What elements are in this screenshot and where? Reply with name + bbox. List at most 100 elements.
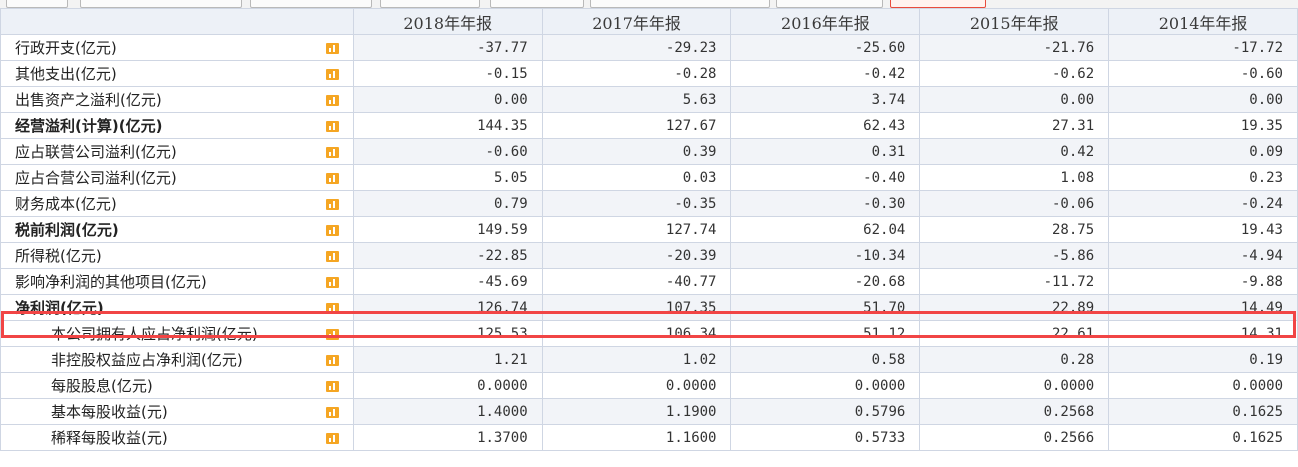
- toolbar-button-4[interactable]: [380, 0, 480, 8]
- value-cell: 14.31: [1108, 320, 1298, 347]
- value-cell: -45.69: [352, 268, 543, 295]
- value-cell: -0.42: [730, 60, 921, 87]
- row-label: 净利润(亿元): [15, 299, 104, 317]
- toolbar-select-2[interactable]: [590, 0, 770, 8]
- row-label-cell: 税前利润(亿元): [0, 216, 354, 243]
- value-cell: 144.35: [352, 112, 543, 139]
- value-cell: 0.2566: [919, 424, 1110, 451]
- value-cell: 19.43: [1108, 216, 1298, 243]
- bar-chart-icon[interactable]: [325, 173, 339, 184]
- row-label-cell: 经营溢利(计算)(亿元): [0, 112, 354, 139]
- column-header[interactable]: 2015年年报: [919, 8, 1110, 35]
- column-header[interactable]: 2016年年报: [730, 8, 921, 35]
- value-cell: -21.76: [919, 34, 1110, 61]
- row-label: 应占合营公司溢利(亿元): [15, 169, 177, 187]
- table-row: 基本每股收益(元) 1.4000 1.1900 0.5796 0.2568 0.1625: [0, 398, 1298, 425]
- row-label-cell: 非控股权益应占净利润(亿元): [0, 346, 354, 373]
- value-cell: 1.02: [541, 346, 732, 373]
- bar-chart-icon[interactable]: [325, 225, 339, 236]
- row-label: 出售资产之溢利(亿元): [15, 91, 162, 109]
- table-row: 其他支出(亿元) -0.15 -0.28 -0.42 -0.62 -0.60: [0, 60, 1298, 87]
- bar-chart-icon[interactable]: [325, 95, 339, 106]
- toolbar-button-1[interactable]: [6, 0, 68, 8]
- value-cell: 0.5796: [730, 398, 921, 425]
- value-cell: -22.85: [352, 242, 543, 269]
- row-label: 行政开支(亿元): [15, 39, 117, 57]
- toolbar-button-red[interactable]: [890, 0, 986, 8]
- bar-chart-icon[interactable]: [325, 251, 339, 262]
- value-cell: 1.21: [352, 346, 543, 373]
- row-label: 经营溢利(计算)(亿元): [15, 117, 163, 135]
- value-cell: 0.1625: [1108, 398, 1298, 425]
- column-header[interactable]: 2017年年报: [541, 8, 732, 35]
- row-label: 所得税(亿元): [15, 247, 102, 265]
- bar-chart-icon[interactable]: [325, 277, 339, 288]
- row-label: 非控股权益应占净利润(亿元): [51, 351, 243, 369]
- value-cell: 3.74: [730, 86, 921, 113]
- toolbar-button-5[interactable]: [776, 0, 883, 8]
- value-cell: 127.67: [541, 112, 732, 139]
- value-cell: 0.09: [1108, 138, 1298, 165]
- value-cell: -0.35: [541, 190, 732, 217]
- table-row: 净利润(亿元) 126.74 107.35 51.70 22.89 14.49: [0, 294, 1298, 321]
- value-cell: 5.05: [352, 164, 543, 191]
- row-label-cell: 基本每股收益(元): [0, 398, 354, 425]
- value-cell: 0.00: [1108, 86, 1298, 113]
- value-cell: 0.03: [541, 164, 732, 191]
- value-cell: 0.28: [919, 346, 1110, 373]
- column-header[interactable]: 2018年年报: [352, 8, 543, 35]
- bar-chart-icon[interactable]: [325, 69, 339, 80]
- value-cell: 22.89: [919, 294, 1110, 321]
- value-cell: 0.0000: [352, 372, 543, 399]
- value-cell: -0.24: [1108, 190, 1298, 217]
- row-label-cell: 应占联营公司溢利(亿元): [0, 138, 354, 165]
- row-label-cell: 稀释每股收益(元): [0, 424, 354, 451]
- value-cell: 0.1625: [1108, 424, 1298, 451]
- row-label: 本公司拥有人应占净利润(亿元): [51, 325, 258, 343]
- row-label: 税前利润(亿元): [15, 221, 119, 239]
- bar-chart-icon[interactable]: [325, 407, 339, 418]
- value-cell: 0.0000: [730, 372, 921, 399]
- value-cell: -0.28: [541, 60, 732, 87]
- bar-chart-icon[interactable]: [325, 433, 339, 444]
- bar-chart-icon[interactable]: [325, 355, 339, 366]
- bar-chart-icon[interactable]: [325, 43, 339, 54]
- value-cell: 107.35: [541, 294, 732, 321]
- value-cell: -29.23: [541, 34, 732, 61]
- value-cell: 0.42: [919, 138, 1110, 165]
- row-label-cell: 其他支出(亿元): [0, 60, 354, 87]
- value-cell: 0.0000: [919, 372, 1110, 399]
- table-row: 财务成本(亿元) 0.79 -0.35 -0.30 -0.06 -0.24: [0, 190, 1298, 217]
- toolbar-button-2[interactable]: [80, 0, 242, 8]
- bar-chart-icon[interactable]: [325, 199, 339, 210]
- row-label: 应占联营公司溢利(亿元): [15, 143, 177, 161]
- bar-chart-icon[interactable]: [325, 381, 339, 392]
- toolbar-select-1[interactable]: [490, 0, 584, 8]
- value-cell: 0.0000: [1108, 372, 1298, 399]
- value-cell: -20.39: [541, 242, 732, 269]
- bar-chart-icon[interactable]: [325, 147, 339, 158]
- value-cell: 19.35: [1108, 112, 1298, 139]
- value-cell: 126.74: [352, 294, 543, 321]
- row-label-cell: 所得税(亿元): [0, 242, 354, 269]
- row-label-cell: 财务成本(亿元): [0, 190, 354, 217]
- value-cell: 1.1900: [541, 398, 732, 425]
- table-row: 稀释每股收益(元) 1.3700 1.1600 0.5733 0.2566 0.1625: [0, 424, 1298, 451]
- value-cell: -0.60: [352, 138, 543, 165]
- value-cell: -25.60: [730, 34, 921, 61]
- table-row: 应占合营公司溢利(亿元) 5.05 0.03 -0.40 1.08 0.23: [0, 164, 1298, 191]
- row-label: 每股股息(亿元): [51, 377, 153, 395]
- value-cell: 14.49: [1108, 294, 1298, 321]
- bar-chart-icon[interactable]: [325, 121, 339, 132]
- table-row: 行政开支(亿元) -37.77 -29.23 -25.60 -21.76 -17.72: [0, 34, 1298, 61]
- bar-chart-icon[interactable]: [325, 329, 339, 340]
- bar-chart-icon[interactable]: [325, 303, 339, 314]
- row-label: 其他支出(亿元): [15, 65, 117, 83]
- toolbar-button-3[interactable]: [250, 0, 372, 8]
- row-label-cell: 影响净利润的其他项目(亿元): [0, 268, 354, 295]
- table-row: 经营溢利(计算)(亿元) 144.35 127.67 62.43 27.31 19.35: [0, 112, 1298, 139]
- value-cell: 149.59: [352, 216, 543, 243]
- table-row: 所得税(亿元) -22.85 -20.39 -10.34 -5.86 -4.94: [0, 242, 1298, 269]
- column-header[interactable]: 2014年年报: [1108, 8, 1298, 35]
- row-label-cell: 每股股息(亿元): [0, 372, 354, 399]
